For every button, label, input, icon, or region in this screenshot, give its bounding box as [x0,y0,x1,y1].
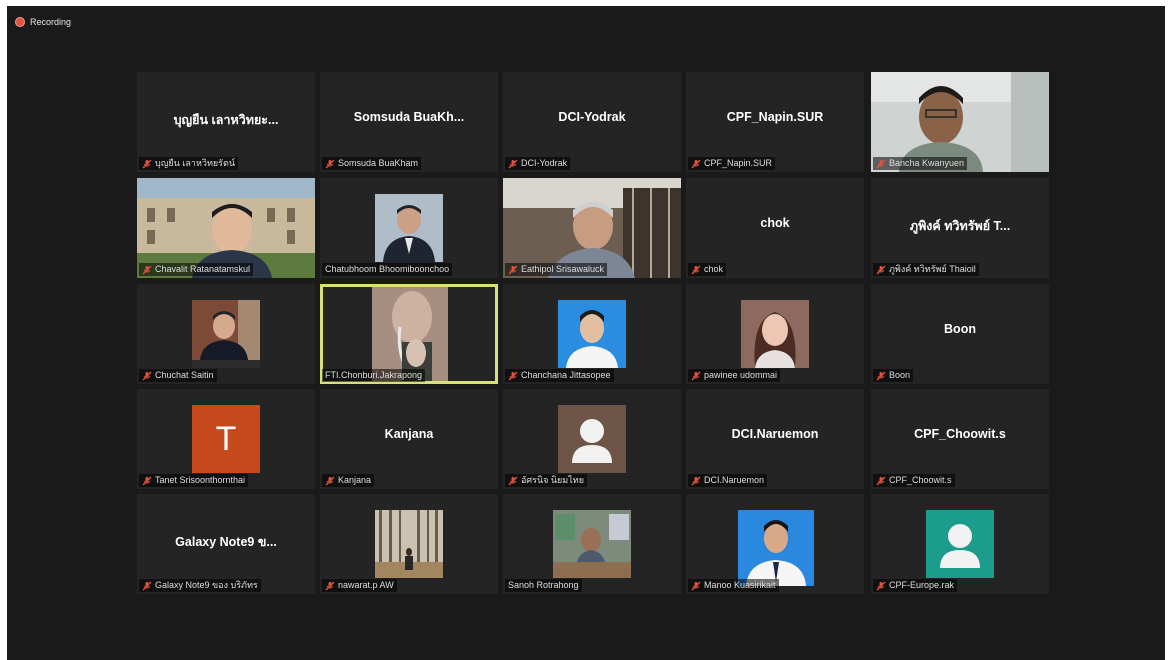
participant-photo [558,300,626,368]
video-tile[interactable]: CPF_Napin.SUR CPF_Napin.SUR [686,72,864,172]
participant-label: chok [688,263,727,276]
video-tile[interactable]: Kanjana Kanjana [320,389,498,489]
participant-label: CPF-Europe.rak [873,579,958,592]
video-tile[interactable]: Chuchat Saitin [137,284,315,384]
participant-label: ภูพิงค์ ทวิทรัพย์ Thaioil [873,263,979,276]
video-tile[interactable]: บุญยืน เลาหวิทยะ... บุญยืน เลาหวิทยรัตน์ [137,72,315,172]
participant-label: CPF_Choowit.s [873,474,955,487]
participant-label: อัศรนิจ นิยมไทย [505,474,587,487]
participant-label: pawinee udommai [688,369,781,382]
participant-label: Galaxy Note9 ของ บริภัทร [139,579,261,592]
participant-label: DCI.Naruemon [688,474,768,487]
mic-muted-icon [325,581,335,591]
mic-muted-icon [508,159,518,169]
participant-photo [553,510,631,578]
participant-video [372,287,448,381]
participant-label: Chanchana Jittasopee [505,369,614,382]
participant-label: Boon [873,369,914,382]
participant-label: Eathipol Srisawaluck [505,263,608,276]
recording-indicator[interactable]: Recording [15,17,71,27]
participant-name: บุญยืน เลาหวิทยะ... [173,113,279,127]
video-tile[interactable]: chok chok [686,178,864,278]
default-avatar-icon [926,510,994,578]
mic-muted-icon [876,159,886,169]
record-icon [15,17,25,27]
participant-label: CPF_Napin.SUR [688,157,776,170]
video-tile[interactable]: nawarat.p AW [320,494,498,594]
mic-muted-icon [508,371,518,381]
video-tile[interactable]: Galaxy Note9 ข... Galaxy Note9 ของ บริภั… [137,494,315,594]
participant-photo [192,300,260,368]
participant-name: Boon [944,322,976,336]
participant-name: Galaxy Note9 ข... [175,535,277,549]
mic-muted-icon [876,476,886,486]
video-tile[interactable]: Eathipol Srisawaluck [503,178,681,278]
video-tile[interactable]: Chavalit Ratanatamskul [137,178,315,278]
video-tile[interactable]: CPF-Europe.rak [871,494,1049,594]
video-tile[interactable]: Chanchana Jittasopee [503,284,681,384]
mic-muted-icon [142,159,152,169]
participant-label: Chatubhoom Bhoomiboonchoo [322,263,453,276]
mic-muted-icon [876,265,886,275]
participant-label: nawarat.p AW [322,579,397,592]
participant-label: Kanjana [322,474,375,487]
participant-name: Kanjana [384,427,434,441]
participant-name: DCI-Yodrak [558,110,626,124]
video-tile[interactable]: Sanoh Rotrahong [503,494,681,594]
mic-muted-icon [142,581,152,591]
video-tile[interactable]: pawinee udommai [686,284,864,384]
participant-name: Somsuda BuaKh... [353,110,465,124]
video-tile[interactable]: Bancha Kwanyuen [871,72,1049,172]
video-tile[interactable]: DCI.Naruemon DCI.Naruemon [686,389,864,489]
video-tile[interactable]: Manoo Kuasirikait [686,494,864,594]
video-tile[interactable]: CPF_Choowit.s CPF_Choowit.s [871,389,1049,489]
default-avatar-icon [558,405,626,473]
participant-photo [375,194,443,262]
participant-label: Bancha Kwanyuen [873,157,968,170]
participant-name: CPF_Napin.SUR [726,110,824,124]
mic-muted-icon [691,581,701,591]
video-tile[interactable]: T Tanet Srisoonthornthai [137,389,315,489]
participant-photo [375,510,443,578]
mic-muted-icon [876,371,886,381]
mic-muted-icon [142,265,152,275]
meeting-gallery-view: Recording บุญยืน เลาหวิทยะ... บุญยืน เลา… [7,6,1165,660]
participant-photo [738,510,814,586]
participant-label: Somsuda BuaKham [322,157,422,170]
video-tile-active-speaker[interactable]: FTI.Chonburi.Jakrapong [320,284,498,384]
mic-muted-icon [508,476,518,486]
mic-muted-icon [142,476,152,486]
video-tile[interactable]: Somsuda BuaKh... Somsuda BuaKham [320,72,498,172]
mic-muted-icon [691,265,701,275]
participant-label: FTI.Chonburi.Jakrapong [322,369,426,382]
video-tile[interactable]: อัศรนิจ นิยมไทย [503,389,681,489]
video-tile[interactable]: ภูพิงค์ ทวิทรัพย์ T... ภูพิงค์ ทวิทรัพย์… [871,178,1049,278]
video-tile[interactable]: Boon Boon [871,284,1049,384]
mic-muted-icon [691,159,701,169]
participant-label: Tanet Srisoonthornthai [139,474,249,487]
recording-label: Recording [30,17,72,27]
mic-muted-icon [325,476,335,486]
mic-muted-icon [142,371,152,381]
video-tile[interactable]: DCI-Yodrak DCI-Yodrak [503,72,681,172]
participant-label: Sanoh Rotrahong [505,579,582,592]
participant-name: ภูพิงค์ ทวิทรัพย์ T... [909,219,1011,233]
participant-name: DCI.Naruemon [731,427,819,441]
participant-name: chok [760,216,790,230]
mic-muted-icon [508,265,518,275]
initial-avatar: T [192,405,260,473]
mic-muted-icon [325,159,335,169]
participant-name: CPF_Choowit.s [914,427,1006,441]
participant-label: Chuchat Saitin [139,369,217,382]
mic-muted-icon [691,476,701,486]
participant-label: Chavalit Ratanatamskul [139,263,254,276]
video-tile[interactable]: Chatubhoom Bhoomiboonchoo [320,178,498,278]
mic-muted-icon [691,371,701,381]
participant-label: Manoo Kuasirikait [688,579,779,592]
participant-photo [741,300,809,368]
participant-label: บุญยืน เลาหวิทยรัตน์ [139,157,238,170]
mic-muted-icon [876,581,886,591]
participant-label: DCI-Yodrak [505,157,571,170]
